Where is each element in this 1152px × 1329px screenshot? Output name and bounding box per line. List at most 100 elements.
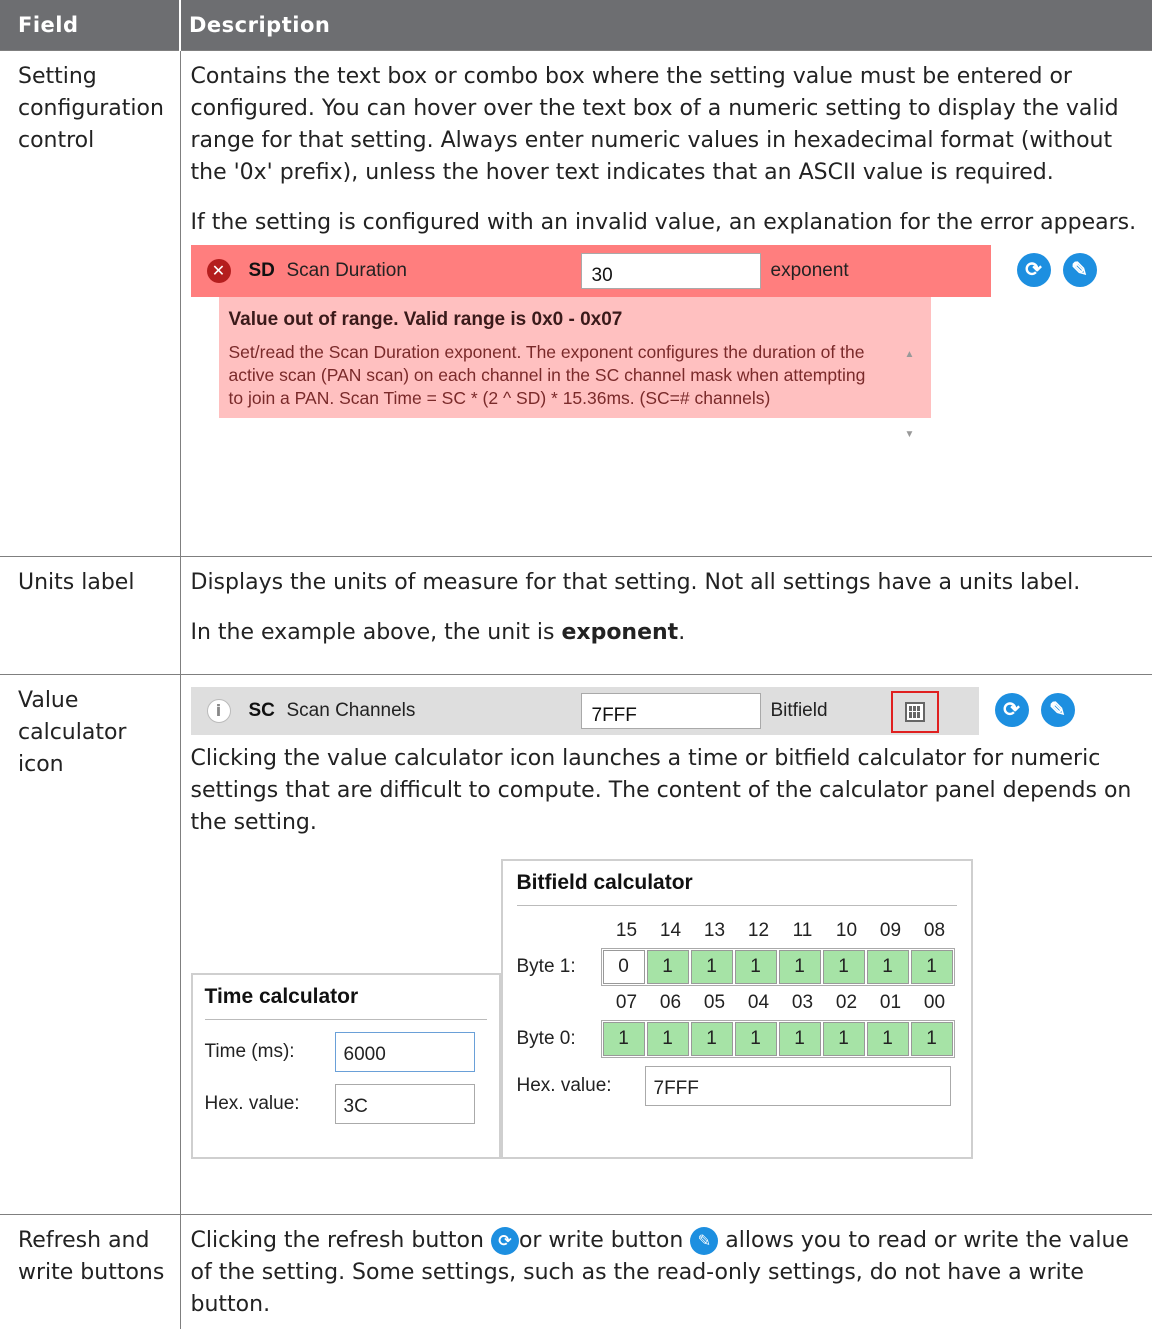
hex-value-label: Hex. value: — [516, 1074, 612, 1096]
calculator-icon[interactable] — [890, 690, 939, 733]
table-header-row: Field Description — [0, 0, 1152, 50]
text-part: or write button — [518, 1227, 691, 1253]
bit-position-label: 00 — [923, 991, 946, 1013]
bit-toggle[interactable]: 1 — [910, 949, 953, 984]
description-text: In the example above, the unit is expone… — [191, 617, 1145, 649]
write-icon[interactable]: ✎ — [1040, 692, 1075, 727]
tooltip-scrollbar[interactable]: ▲ ▼ — [901, 339, 919, 451]
description-cell: Clicking the refresh button ⟳ or write bu… — [179, 1213, 1152, 1329]
byte0-bits: 11111111 — [600, 1019, 955, 1058]
setting-row-sd: ✕ SD Scan Duration 30 exponent — [190, 244, 991, 297]
time-row: Time (ms): 6000 — [204, 1031, 487, 1072]
scroll-down-icon[interactable]: ▼ — [905, 419, 915, 451]
time-calculator: Time calculator Time (ms): 6000 Hex. val… — [190, 972, 501, 1159]
error-title: Value out of range. Valid range is 0x0 -… — [228, 308, 623, 330]
header-description: Description — [179, 0, 1152, 50]
table-row: Refresh and write buttons Clicking the r… — [0, 1213, 1152, 1329]
setting-action-buttons: ⟳ ✎ — [1016, 252, 1097, 287]
bit-toggle[interactable]: 0 — [602, 949, 645, 984]
description-text: If the setting is configured with an inv… — [190, 209, 1137, 235]
time-label: Time (ms): — [204, 1040, 295, 1062]
byte1-bits: 01111111 — [600, 947, 955, 986]
time-hex-row: Hex. value: 3C — [205, 1083, 487, 1124]
info-setting-example: i SC Scan Channels 7FFF Bitfield ⟳ ✎ — [190, 686, 1145, 735]
field-units-label: Units label — [0, 555, 180, 674]
refresh-icon: ⟳ — [490, 1226, 519, 1255]
text-prefix: In the example above, the unit is — [190, 619, 562, 645]
bit-toggle[interactable]: 1 — [910, 1021, 953, 1056]
time-calculator-title: Time calculator — [204, 985, 487, 1020]
bit-toggle[interactable]: 1 — [778, 949, 821, 984]
time-hex-input[interactable]: 3C — [334, 1083, 475, 1124]
field-setting-configuration-control: Setting configuration control — [0, 49, 180, 556]
setting-action-buttons: ⟳ ✎ — [994, 692, 1075, 727]
setting-name: Scan Channels — [286, 699, 416, 721]
field-value-calculator-icon: Value calculator icon — [0, 673, 180, 1214]
setting-value-input[interactable]: 7FFF — [580, 692, 761, 729]
bit-toggle[interactable]: 1 — [822, 949, 865, 984]
bitfield-hex-row: Hex. value: 7FFF — [516, 1065, 957, 1106]
table-row: Setting configuration control Contains t… — [0, 49, 1152, 556]
units-label: exponent — [770, 259, 849, 281]
refresh-icon[interactable]: ⟳ — [994, 692, 1029, 727]
bitfield-calculator-title: Bitfield calculator — [516, 871, 957, 906]
field-refresh-and-write-buttons: Refresh and write buttons — [0, 1213, 180, 1329]
bit-position-label: 02 — [835, 991, 858, 1013]
bit-toggle[interactable]: 1 — [690, 949, 733, 984]
header-field: Field — [0, 0, 180, 50]
table-row: Value calculator icon i SC Scan Channels… — [0, 673, 1152, 1214]
calculator-glyph — [904, 701, 925, 722]
bit-position-label: 14 — [659, 919, 682, 941]
bit-toggle[interactable]: 1 — [866, 949, 909, 984]
description-text: Clicking the refresh button ⟳ or write bu… — [191, 1225, 1145, 1321]
bit-toggle[interactable]: 1 — [646, 1021, 689, 1056]
description-cell: Contains the text box or combo box where… — [179, 49, 1152, 556]
settings-table: Field Description Setting configuration … — [0, 0, 1152, 1329]
bit-toggle[interactable]: 1 — [778, 1021, 821, 1056]
bit-position-label: 13 — [703, 919, 726, 941]
description-cell: Displays the units of measure for that s… — [179, 555, 1152, 674]
write-icon[interactable]: ✎ — [1062, 252, 1097, 287]
bit-toggle[interactable]: 1 — [734, 1021, 777, 1056]
bitfield-hex-input[interactable]: 7FFF — [644, 1065, 951, 1106]
description-cell: i SC Scan Channels 7FFF Bitfield ⟳ ✎ Cli… — [179, 673, 1152, 1214]
bit-position-label: 10 — [835, 919, 858, 941]
bit-toggle[interactable]: 1 — [734, 949, 777, 984]
error-tooltip: Value out of range. Valid range is 0x0 -… — [218, 296, 931, 440]
bit-toggle[interactable]: 1 — [690, 1021, 733, 1056]
bit-position-label: 06 — [659, 991, 682, 1013]
unit-example: exponent — [561, 619, 679, 645]
scroll-up-icon[interactable]: ▲ — [905, 339, 915, 371]
bit-position-label: 03 — [791, 991, 814, 1013]
byte0-label: Byte 0: — [516, 1027, 576, 1049]
bit-position-label: 04 — [747, 991, 770, 1013]
byte1-bit-positions: 15 14 13 12 11 10 09 08 — [605, 918, 957, 944]
write-icon: ✎ — [690, 1226, 719, 1255]
byte0-row: Byte 0: 11111111 — [516, 1019, 957, 1058]
setting-row-sc: i SC Scan Channels 7FFF Bitfield — [190, 686, 979, 735]
bit-toggle[interactable]: 1 — [822, 1021, 865, 1056]
bit-toggle[interactable]: 1 — [646, 949, 689, 984]
calculator-examples: Bitfield calculator 15 14 13 12 11 10 09 08 Byt… — [190, 858, 1145, 1167]
text-part: Clicking the refresh button — [190, 1227, 491, 1253]
description-text: Clicking the value calculator icon launc… — [190, 745, 1132, 835]
error-description: Set/read the Scan Duration exponent. The… — [228, 341, 866, 408]
error-setting-example: ✕ SD Scan Duration 30 exponent ⟳ ✎ — [190, 244, 1145, 297]
bit-position-label: 05 — [703, 991, 726, 1013]
setting-name: Scan Duration — [286, 259, 407, 281]
bitfield-calculator: Bitfield calculator 15 14 13 12 11 10 09 08 Byt… — [500, 858, 973, 1159]
bit-position-label: 09 — [879, 919, 902, 941]
refresh-icon[interactable]: ⟳ — [1016, 252, 1051, 287]
bit-toggle[interactable]: 1 — [866, 1021, 909, 1056]
bit-position-label: 07 — [615, 991, 638, 1013]
description-text: Contains the text box or combo box where… — [190, 63, 1119, 185]
description-text: Displays the units of measure for that s… — [190, 569, 1081, 595]
setting-code: SC — [248, 699, 275, 721]
error-icon: ✕ — [206, 258, 231, 283]
setting-value-input[interactable]: 30 — [580, 252, 761, 289]
bit-toggle[interactable]: 1 — [602, 1021, 645, 1056]
time-input[interactable]: 6000 — [334, 1031, 475, 1072]
byte1-row: Byte 1: 01111111 — [517, 947, 957, 986]
bit-position-label: 12 — [747, 919, 770, 941]
setting-code: SD — [248, 259, 275, 281]
